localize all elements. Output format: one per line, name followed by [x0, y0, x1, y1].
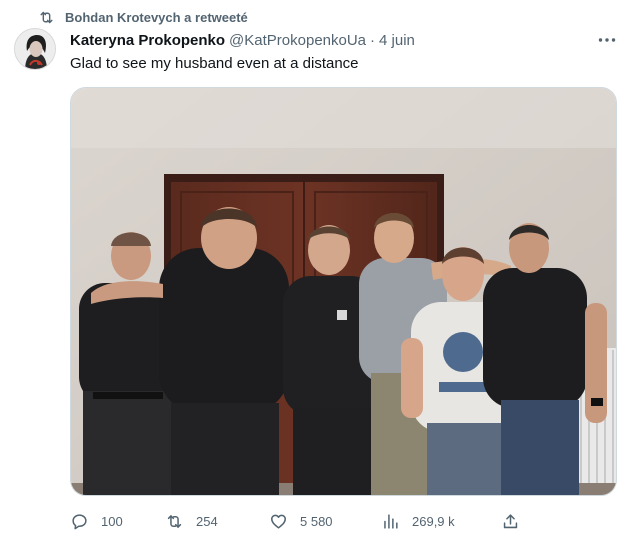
share-icon [503, 513, 518, 528]
header-separator: · [370, 31, 376, 49]
more-horizontal-icon [598, 38, 616, 42]
views-bar-chart-icon [384, 513, 398, 529]
views-button[interactable]: 269,9 k [381, 510, 455, 532]
share-button[interactable] [501, 510, 520, 532]
tweet-card[interactable]: Bohdan Krotevych a retweeté Kateryna Pro… [0, 0, 640, 542]
avatar[interactable] [14, 28, 56, 70]
retweet-icon [40, 11, 53, 23]
tweet-header: Kateryna Prokopenko @KatProkopenkoUa · 4… [70, 30, 415, 50]
reply-icon [72, 513, 87, 529]
retweet-count: 254 [196, 513, 218, 529]
tweet-date[interactable]: 4 juin [379, 32, 415, 49]
tweet-photo[interactable] [70, 87, 617, 496]
author-handle[interactable]: @KatProkopenkoUa [229, 32, 366, 49]
heart-icon [271, 514, 286, 529]
reply-count: 100 [101, 513, 123, 529]
tweet-actions: 100 254 5 580 269,9 k [70, 510, 618, 532]
social-context[interactable]: Bohdan Krotevych a retweeté [38, 8, 248, 26]
like-count: 5 580 [300, 513, 333, 529]
social-context-text: Bohdan Krotevych a retweeté [65, 9, 248, 25]
tweet-text: Glad to see my husband even at a distanc… [70, 55, 359, 72]
group-photo [71, 88, 616, 495]
retweet-button[interactable]: 254 [165, 510, 218, 532]
more-options-button[interactable] [596, 30, 618, 50]
views-count: 269,9 k [412, 513, 455, 529]
reply-button[interactable]: 100 [70, 510, 123, 532]
like-button[interactable]: 5 580 [269, 510, 333, 532]
avatar-image [15, 29, 55, 69]
retweet-icon [167, 514, 182, 528]
author-display-name[interactable]: Kateryna Prokopenko [70, 32, 225, 49]
